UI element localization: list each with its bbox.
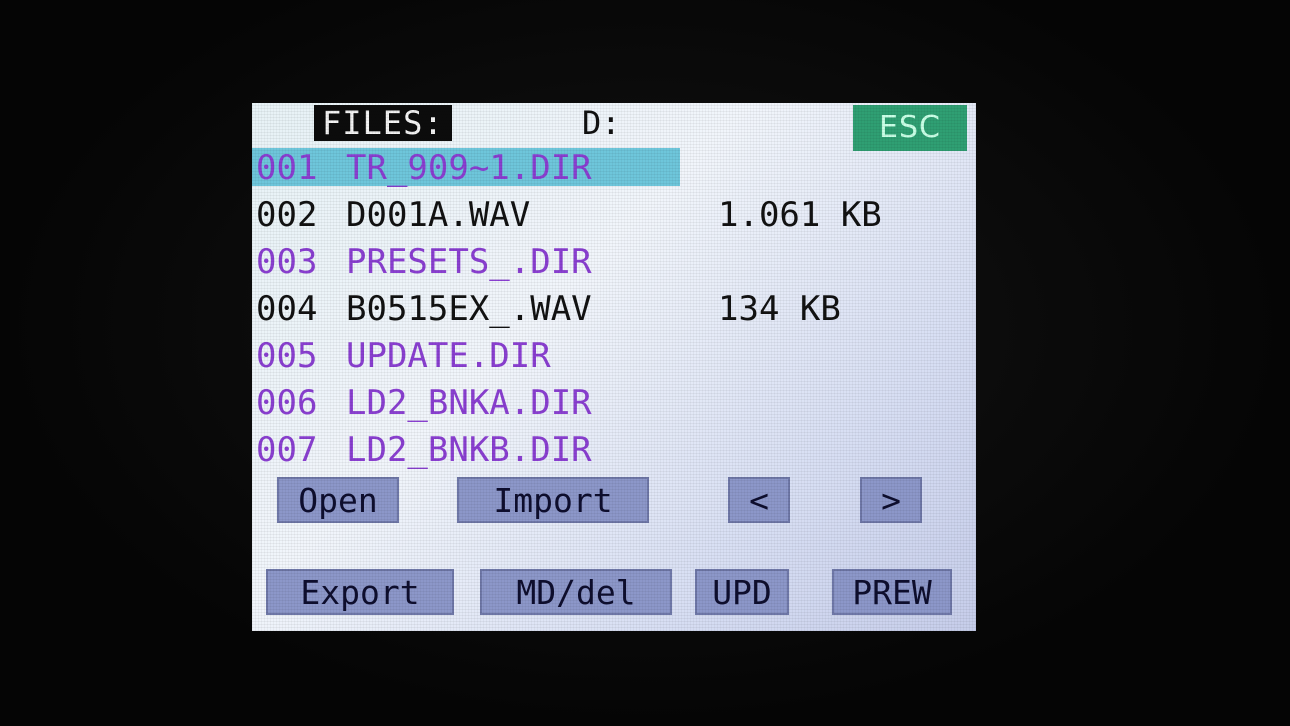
prew-button[interactable]: PREW: [832, 569, 952, 615]
file-size: 134 KB: [718, 289, 841, 329]
file-number: 004: [256, 289, 318, 329]
file-name: D001A.WAV: [346, 195, 531, 235]
file-row-006[interactable]: 006 LD2_BNKA.DIR: [252, 380, 976, 427]
page-title: FILES:: [314, 105, 452, 141]
file-name: PRESETS_.DIR: [346, 242, 592, 282]
file-row-001[interactable]: 001 TR_909~1.DIR: [252, 145, 976, 192]
import-button[interactable]: Import: [457, 477, 649, 523]
file-row-003[interactable]: 003 PRESETS_.DIR: [252, 239, 976, 286]
prev-page-button[interactable]: <: [728, 477, 790, 523]
file-row-004[interactable]: 004 B0515EX_.WAV 134 KB: [252, 286, 976, 333]
file-list: 001 TR_909~1.DIR 002 D001A.WAV 1.061 KB …: [252, 145, 976, 474]
upd-button[interactable]: UPD: [695, 569, 789, 615]
file-name: LD2_BNKA.DIR: [346, 383, 592, 423]
device-bezel: FILES: D: ESC 001 TR_909~1.DIR 002 D001A…: [0, 0, 1290, 726]
file-number: 001: [256, 148, 318, 188]
file-row-002[interactable]: 002 D001A.WAV 1.061 KB: [252, 192, 976, 239]
file-number: 003: [256, 242, 318, 282]
file-number: 006: [256, 383, 318, 423]
file-number: 007: [256, 430, 318, 470]
file-row-007[interactable]: 007 LD2_BNKB.DIR: [252, 427, 976, 474]
file-number: 002: [256, 195, 318, 235]
export-button[interactable]: Export: [266, 569, 454, 615]
file-name: LD2_BNKB.DIR: [346, 430, 592, 470]
file-number: 005: [256, 336, 318, 376]
mddel-button[interactable]: MD/del: [480, 569, 672, 615]
drive-label: D:: [582, 104, 621, 142]
file-name: B0515EX_.WAV: [346, 289, 592, 329]
next-page-button[interactable]: >: [860, 477, 922, 523]
file-name: UPDATE.DIR: [346, 336, 551, 376]
file-size: 1.061 KB: [718, 195, 882, 235]
lcd-screen: FILES: D: ESC 001 TR_909~1.DIR 002 D001A…: [252, 103, 976, 631]
open-button[interactable]: Open: [277, 477, 399, 523]
file-row-005[interactable]: 005 UPDATE.DIR: [252, 333, 976, 380]
bezel-marking: [4, 172, 26, 232]
file-name: TR_909~1.DIR: [346, 148, 592, 188]
